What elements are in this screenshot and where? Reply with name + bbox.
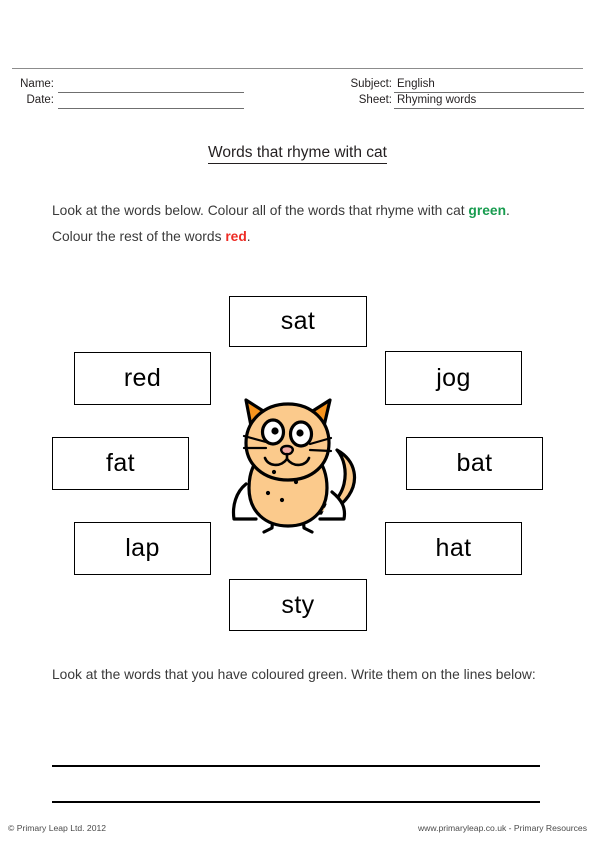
date-label: Date:: [26, 94, 55, 106]
sheet-input-line[interactable]: [394, 108, 584, 109]
sheet-label: Sheet:: [358, 94, 392, 106]
cat-illustration: [216, 388, 376, 543]
name-input-line[interactable]: [58, 92, 244, 93]
subject-label: Subject:: [350, 78, 392, 90]
word-box-sty[interactable]: sty: [229, 579, 367, 631]
instruction-text-part-1: Look at the words below. Colour all of t…: [52, 203, 469, 218]
answer-line-1[interactable]: [52, 765, 540, 767]
sheet-value: Rhyming words: [397, 94, 477, 106]
worksheet-page: Name: Date: Subject: English Sheet: Rhym…: [0, 0, 595, 842]
word-box-bat[interactable]: bat: [406, 437, 543, 490]
page-title: Words that rhyme with cat: [0, 143, 595, 164]
instruction-text-part-3: .: [246, 229, 251, 244]
word-box-hat[interactable]: hat: [385, 522, 522, 575]
instruction-primary: Look at the words below. Colour all of t…: [52, 198, 552, 250]
name-label: Name:: [20, 78, 54, 90]
keyword-red: red: [225, 229, 247, 244]
subject-value: English: [397, 78, 435, 90]
word-box-red[interactable]: red: [74, 352, 211, 405]
page-title-text: Words that rhyme with cat: [208, 144, 387, 164]
word-box-sat[interactable]: sat: [229, 296, 367, 347]
word-box-lap[interactable]: lap: [74, 522, 211, 575]
header-divider: [12, 68, 583, 69]
footer-copyright: © Primary Leap Ltd. 2012: [8, 823, 107, 833]
answer-line-2[interactable]: [52, 801, 540, 803]
word-box-fat[interactable]: fat: [52, 437, 189, 490]
keyword-green: green: [468, 203, 506, 218]
date-input-line[interactable]: [58, 108, 244, 109]
word-box-jog[interactable]: jog: [385, 351, 522, 405]
instruction-secondary: Look at the words that you have coloured…: [52, 667, 536, 682]
footer-website[interactable]: www.primaryleap.co.uk - Primary Resource…: [418, 823, 587, 833]
